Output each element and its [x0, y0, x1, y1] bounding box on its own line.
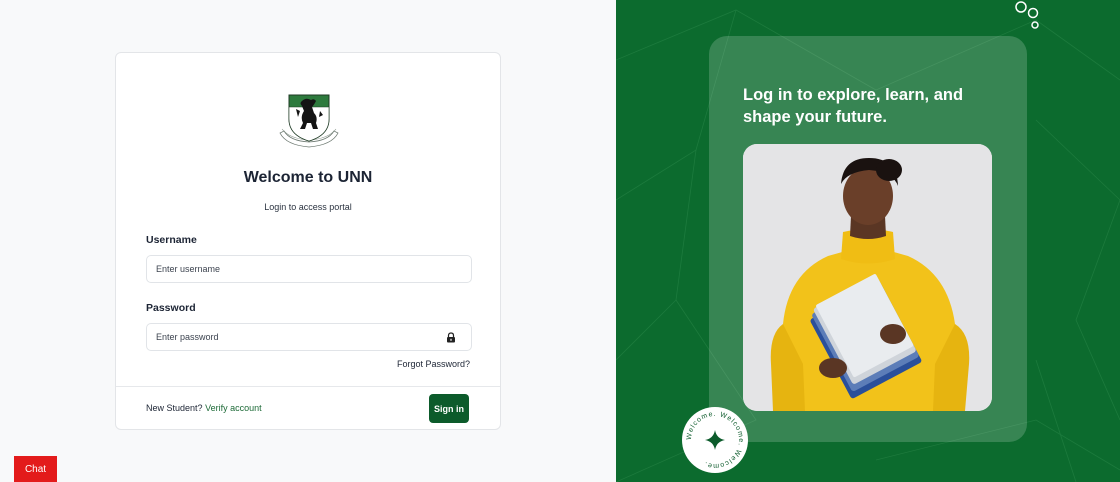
password-input[interactable]: [146, 323, 472, 351]
login-pane: Welcome to UNN Login to access portal Us…: [0, 0, 616, 482]
hero-panel: Log in to explore, learn, and shape your…: [709, 36, 1027, 442]
bubbles-icon: [1015, 1, 1039, 29]
forgot-password-link[interactable]: Forgot Password?: [397, 359, 470, 369]
new-student-text: New Student?: [146, 403, 203, 413]
chat-button[interactable]: Chat: [14, 456, 57, 482]
hero-tagline: Log in to explore, learn, and shape your…: [743, 86, 964, 126]
password-label: Password: [146, 302, 196, 314]
login-card: Welcome to UNN Login to access portal Us…: [115, 52, 501, 430]
page-subtitle: Login to access portal: [264, 202, 352, 212]
page-title: Welcome to UNN: [243, 169, 373, 186]
username-input[interactable]: [146, 255, 472, 283]
hero-pane: Log in to explore, learn, and shape your…: [616, 0, 1120, 482]
new-student-prompt: New Student? Verify account: [146, 403, 262, 413]
student-photo: [743, 144, 992, 411]
welcome-badge: Welcome. Welcome. Welcome.: [682, 407, 748, 473]
unn-crest-logo: [279, 94, 339, 148]
lock-icon[interactable]: [446, 332, 456, 343]
verify-account-link[interactable]: Verify account: [205, 403, 262, 413]
username-label: Username: [146, 234, 197, 246]
sign-in-button[interactable]: Sign in: [429, 394, 469, 423]
divider: [116, 386, 500, 387]
